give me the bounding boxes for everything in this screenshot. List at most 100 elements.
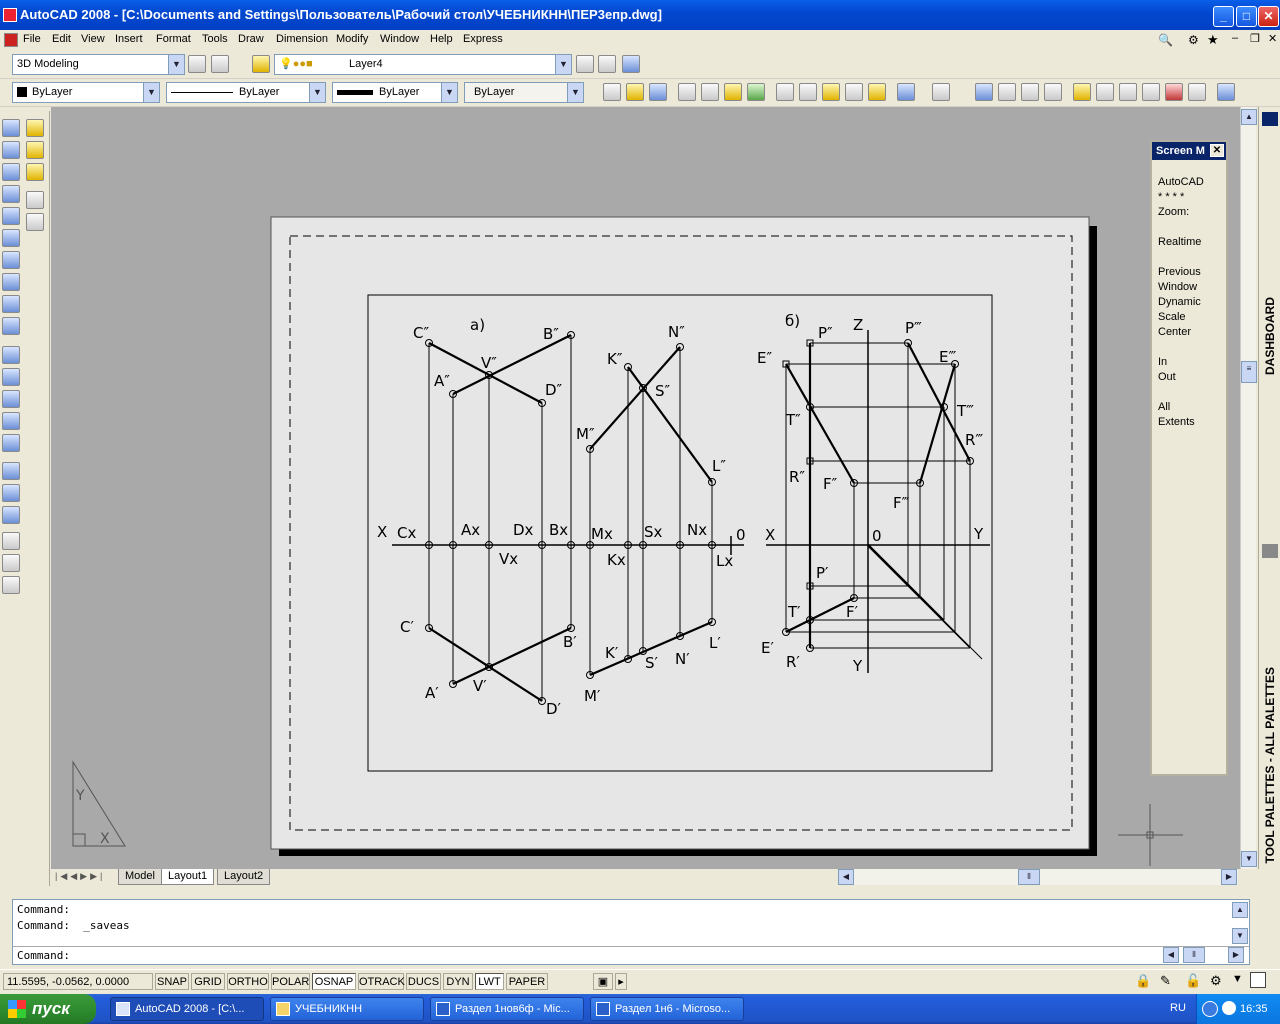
plot-preview-icon[interactable]: [701, 83, 719, 101]
presspull-icon[interactable]: [2, 368, 20, 386]
toggle-ducs[interactable]: DUCS: [406, 973, 441, 990]
copy-icon[interactable]: [799, 83, 817, 101]
search-icon[interactable]: 🔍: [1158, 33, 1173, 47]
tool-palette-icon[interactable]: [1262, 544, 1278, 558]
toggle-osnap[interactable]: OSNAP: [312, 973, 356, 990]
properties-icon[interactable]: [1073, 83, 1091, 101]
doc-close-button[interactable]: ✕: [1268, 32, 1277, 45]
layer-combo[interactable]: 💡●●■ Layer4 ▼: [274, 54, 572, 75]
toggle-polar[interactable]: POLAR: [271, 973, 310, 990]
tab-model[interactable]: Model: [118, 869, 162, 885]
autocad-app-icon[interactable]: [3, 8, 17, 22]
task-autocad[interactable]: AutoCAD 2008 - [C:\...: [110, 997, 264, 1021]
aligned-dimension-icon[interactable]: [26, 141, 44, 159]
union-icon[interactable]: [2, 462, 20, 480]
chevron-down-icon[interactable]: ▼: [168, 55, 184, 74]
menu-help[interactable]: Help: [430, 33, 453, 45]
toggle-snap[interactable]: SNAP: [155, 973, 189, 990]
menu-format[interactable]: Format: [156, 33, 191, 45]
doc-minimize-button[interactable]: –: [1232, 32, 1238, 44]
design-center-icon[interactable]: [1096, 83, 1114, 101]
polysolid-icon[interactable]: [2, 119, 20, 137]
pan-realtime-icon[interactable]: [975, 83, 993, 101]
toggle-otrack[interactable]: OTRACK: [358, 973, 405, 990]
layer-manager-icon[interactable]: [252, 55, 270, 73]
lineweight-combo[interactable]: ByLayer ▼: [332, 82, 458, 103]
maximize-viewport-icon[interactable]: ▸: [615, 973, 627, 990]
menu-edit[interactable]: Edit: [52, 33, 71, 45]
menu-file[interactable]: File: [23, 33, 41, 45]
close-icon[interactable]: ✕: [1210, 144, 1224, 157]
horizontal-scroll-thumb[interactable]: ⦀: [1018, 869, 1040, 885]
plot-icon[interactable]: [678, 83, 696, 101]
screen-menu-item[interactable]: Center: [1158, 326, 1191, 338]
undo-icon[interactable]: [897, 83, 915, 101]
planar-surface-icon[interactable]: [2, 317, 20, 335]
layer-isolate-icon[interactable]: [622, 55, 640, 73]
scroll-right-button[interactable]: ▶: [1221, 869, 1237, 885]
task-word-1[interactable]: Раздел 1нов6ф - Mic...: [430, 997, 584, 1021]
screen-menu-item[interactable]: * * * *: [1158, 191, 1184, 203]
toggle-dyn[interactable]: DYN: [443, 973, 473, 990]
command-prompt[interactable]: Command:: [17, 949, 70, 962]
save-file-icon[interactable]: [649, 83, 667, 101]
toolbar-lock-icon[interactable]: 🔓: [1185, 973, 1201, 989]
menu-view[interactable]: View: [81, 33, 105, 45]
screen-menu-item[interactable]: Extents: [1158, 416, 1195, 428]
redo-icon[interactable]: [932, 83, 950, 101]
cylinder-icon[interactable]: [2, 229, 20, 247]
zoom-previous-icon[interactable]: [1044, 83, 1062, 101]
tab-layout2[interactable]: Layout2: [217, 869, 271, 885]
maximize-button[interactable]: □: [1236, 6, 1257, 27]
intersect-icon[interactable]: [2, 506, 20, 524]
box-icon[interactable]: [2, 141, 20, 159]
start-button[interactable]: пуск: [0, 994, 96, 1024]
3d-align-icon[interactable]: [2, 576, 20, 594]
show-hidden-icons-icon[interactable]: [1202, 1001, 1218, 1017]
command-hscroll-thumb[interactable]: ⦀: [1183, 947, 1205, 963]
workspace-combo[interactable]: 3D Modeling ▼: [12, 54, 185, 75]
cut-icon[interactable]: [776, 83, 794, 101]
calculator-icon[interactable]: [1188, 83, 1206, 101]
scroll-up-button[interactable]: ▲: [1241, 109, 1257, 125]
lock-icon[interactable]: 🔒: [1135, 973, 1151, 989]
paste-icon[interactable]: [822, 83, 840, 101]
clean-screen-icon[interactable]: [1250, 972, 1266, 988]
screen-menu-item[interactable]: Window: [1158, 281, 1197, 293]
wedge-icon[interactable]: [2, 163, 20, 181]
toggle-grid[interactable]: GRID: [191, 973, 225, 990]
screen-menu-item[interactable]: Previous: [1158, 266, 1201, 278]
helix-icon[interactable]: [2, 295, 20, 313]
linear-dimension-icon[interactable]: [26, 119, 44, 137]
screen-menu-item[interactable]: Scale: [1158, 311, 1186, 323]
status-menu-icon[interactable]: ▼: [1232, 973, 1243, 985]
screen-menu-item[interactable]: Realtime: [1158, 236, 1201, 248]
doc-restore-button[interactable]: ❐: [1250, 32, 1260, 45]
help-icon[interactable]: [1217, 83, 1235, 101]
screen-menu-item[interactable]: Out: [1158, 371, 1176, 383]
menu-modify[interactable]: Modify: [336, 33, 368, 45]
match-properties-icon[interactable]: [845, 83, 863, 101]
menu-window[interactable]: Window: [380, 33, 419, 45]
horizontal-scrollbar[interactable]: ◀ ⦀ ▶: [838, 869, 1238, 885]
layer-previous-icon[interactable]: [598, 55, 616, 73]
sphere-icon[interactable]: [2, 207, 20, 225]
tray-settings-icon[interactable]: ⚙: [1210, 973, 1222, 989]
tab-layout1[interactable]: Layout1: [161, 869, 215, 885]
coordinate-display[interactable]: 11.5595, -0.0562, 0.0000: [3, 973, 153, 990]
vertical-scroll-thumb[interactable]: ≡: [1241, 361, 1257, 383]
menu-express[interactable]: Express: [463, 33, 503, 45]
new-file-icon[interactable]: [603, 83, 621, 101]
markup-icon[interactable]: [1165, 83, 1183, 101]
publish-icon[interactable]: [724, 83, 742, 101]
scroll-up-button[interactable]: ▲: [1232, 902, 1248, 918]
menu-insert[interactable]: Insert: [115, 33, 143, 45]
block-editor-icon[interactable]: [868, 83, 886, 101]
chevron-down-icon[interactable]: ▼: [441, 83, 457, 102]
screen-menu-item[interactable]: Dynamic: [1158, 296, 1201, 308]
arc-length-icon[interactable]: [26, 163, 44, 181]
communication-center-icon[interactable]: ⚙: [1188, 33, 1199, 47]
tool-palettes-tab[interactable]: TOOL PALETTES - ALL PALETTES: [1263, 667, 1277, 863]
toggle-lwt[interactable]: LWT: [475, 973, 504, 990]
plotstyle-combo[interactable]: ByLayer ▼: [464, 82, 584, 103]
